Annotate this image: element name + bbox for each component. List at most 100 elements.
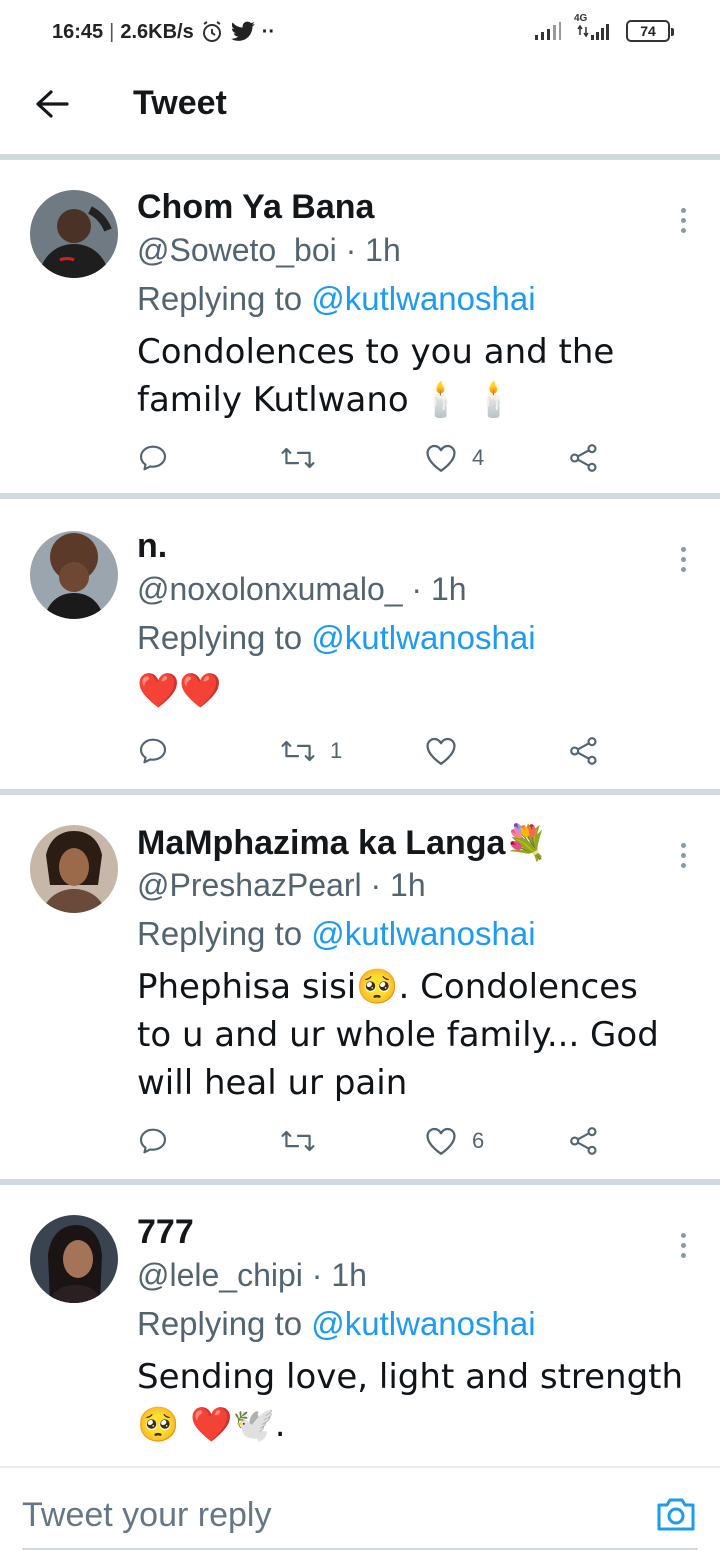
display-name-text: 777 — [137, 1213, 194, 1251]
avatar[interactable] — [30, 1215, 118, 1303]
reply-icon — [139, 445, 167, 471]
display-name[interactable]: Chom Ya Bana — [137, 188, 374, 227]
tweet-item[interactable]: 777 @lele_chipi · 1h Replying to @kutlwa… — [0, 1185, 720, 1466]
status-separator: | — [109, 20, 115, 43]
share-icon — [570, 444, 597, 472]
replying-to-line: Replying to @kutlwanoshai — [137, 915, 536, 953]
status-bar-right: 4G 74 — [534, 13, 674, 42]
status-time: 16:45 — [52, 20, 104, 43]
tweet-text: ❤️❤️ — [137, 671, 222, 711]
retweet-icon — [281, 1130, 315, 1152]
share-icon — [570, 737, 597, 765]
retweet-icon — [281, 447, 315, 469]
user-handle: @Soweto_boi — [137, 232, 337, 268]
display-name[interactable]: MaMphazima ka Langa 💐 — [137, 823, 548, 863]
tweet-header: Tweet — [0, 64, 720, 156]
heart-icon — [426, 737, 456, 765]
handle-line: @lele_chipi · 1h — [137, 1257, 367, 1294]
status-more: ·· — [261, 20, 276, 43]
mention-link[interactable]: @kutlwanoshai — [311, 619, 535, 656]
tweet-time: · 1h — [311, 1257, 367, 1293]
like-button[interactable]: 4 — [424, 438, 484, 478]
status-speed: 2.6KB/s — [120, 20, 194, 43]
tweet-item[interactable]: Chom Ya Bana @Soweto_boi · 1h Replying t… — [0, 160, 720, 493]
status-bar-left: 16:45 | 2.6KB/s ·· — [52, 20, 275, 44]
reply-icon — [139, 738, 167, 764]
avatar[interactable] — [30, 190, 118, 278]
alarm-icon — [200, 20, 224, 44]
back-arrow-icon — [36, 90, 69, 118]
tweet-actions: 1 — [0, 731, 720, 771]
page-title: Tweet — [133, 84, 227, 122]
camera-icon — [657, 1498, 695, 1531]
tweet-time: · 1h — [411, 571, 467, 607]
signal-icon — [534, 21, 562, 41]
handle-line: @PreshazPearl · 1h — [137, 867, 426, 904]
retweet-button[interactable] — [280, 438, 330, 478]
bouquet-emoji: 💐 — [505, 823, 548, 863]
replying-to-line: Replying to @kutlwanoshai — [137, 280, 536, 318]
display-name-text: n. — [137, 527, 168, 565]
retweet-count: 1 — [330, 738, 343, 763]
replying-to-label: Replying to — [137, 619, 312, 656]
signal-4g-icon: 4G — [574, 13, 612, 41]
mention-link[interactable]: @kutlwanoshai — [311, 280, 535, 317]
tweet-text: Condolences to you and the family Kutlwa… — [137, 332, 615, 420]
tweet-time: · 1h — [345, 232, 401, 268]
battery-indicator: 74 — [626, 20, 674, 42]
retweet-button[interactable] — [280, 1121, 330, 1161]
avatar[interactable] — [30, 531, 118, 619]
more-options-button[interactable] — [668, 539, 698, 579]
share-icon — [570, 1127, 597, 1155]
mention-link[interactable]: @kutlwanoshai — [311, 1305, 535, 1342]
more-options-button[interactable] — [668, 200, 698, 240]
tweet-item[interactable]: n. @noxolonxumalo_ · 1h Replying to @kut… — [0, 499, 720, 789]
display-name-text: Chom Ya Bana — [137, 188, 375, 226]
user-handle: @PreshazPearl — [137, 867, 362, 903]
display-name[interactable]: n. — [137, 527, 167, 566]
like-button[interactable]: 6 — [424, 1121, 484, 1161]
like-button[interactable] — [424, 731, 472, 771]
share-button[interactable] — [568, 731, 600, 771]
share-button[interactable] — [568, 438, 600, 478]
display-name[interactable]: 777 — [137, 1213, 194, 1252]
like-count: 6 — [472, 1128, 485, 1153]
reply-composer — [0, 1466, 720, 1560]
like-count: 4 — [472, 445, 485, 470]
heart-icon — [426, 1127, 456, 1155]
tweet-text: Sending love, light and strength🥺 ❤️🕊️. — [137, 1357, 684, 1445]
reply-button[interactable] — [137, 731, 183, 771]
reply-input-underline — [22, 1548, 698, 1550]
tweet-time: · 1h — [370, 867, 426, 903]
replying-to-line: Replying to @kutlwanoshai — [137, 619, 536, 657]
camera-button[interactable] — [654, 1494, 698, 1534]
replying-to-label: Replying to — [137, 280, 312, 317]
mention-link[interactable]: @kutlwanoshai — [311, 915, 535, 952]
handle-line: @noxolonxumalo_ · 1h — [137, 571, 467, 608]
heart-icon — [426, 444, 456, 472]
tweet-actions: 6 — [0, 1121, 720, 1161]
retweet-icon — [281, 740, 315, 762]
reply-input[interactable] — [22, 1492, 622, 1538]
user-handle: @noxolonxumalo_ — [137, 571, 403, 607]
reply-button[interactable] — [137, 438, 183, 478]
reply-icon — [139, 1128, 167, 1154]
back-button[interactable] — [30, 82, 74, 126]
avatar[interactable] — [30, 825, 118, 913]
replying-to-line: Replying to @kutlwanoshai — [137, 1305, 536, 1343]
network-type: 4G — [574, 13, 588, 24]
handle-line: @Soweto_boi · 1h — [137, 232, 401, 269]
reply-button[interactable] — [137, 1121, 183, 1161]
tweet-text: Phephisa sisi🥺. Condolences to u and ur … — [137, 967, 659, 1103]
status-bar: 16:45 | 2.6KB/s ·· 4G 74 — [0, 0, 720, 64]
replying-to-label: Replying to — [137, 1305, 312, 1342]
user-handle: @lele_chipi — [137, 1257, 303, 1293]
tweet-actions: 4 — [0, 438, 720, 478]
retweet-button[interactable]: 1 — [280, 731, 342, 771]
share-button[interactable] — [568, 1121, 600, 1161]
more-options-button[interactable] — [668, 1225, 698, 1265]
display-name-text: MaMphazima ka Langa — [137, 823, 506, 862]
more-options-button[interactable] — [668, 835, 698, 875]
tweet-item[interactable]: MaMphazima ka Langa 💐 @PreshazPearl · 1h … — [0, 795, 720, 1179]
replying-to-label: Replying to — [137, 915, 312, 952]
